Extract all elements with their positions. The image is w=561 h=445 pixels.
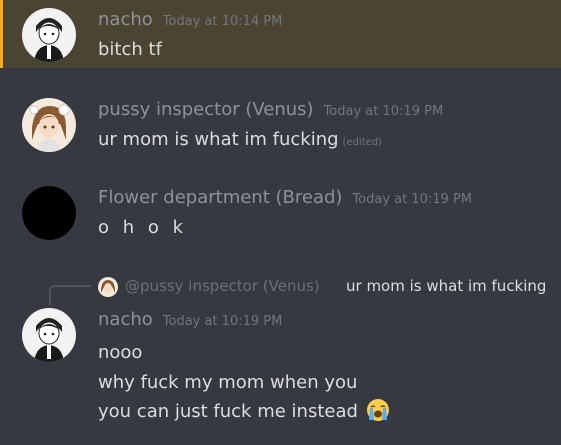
avatar[interactable] [22, 308, 76, 362]
message-text: o h o k [98, 217, 188, 238]
message-text-content: you can just fuck me instead [98, 401, 358, 422]
reply-preview-text[interactable]: ur mom is what im fucking [346, 277, 546, 295]
redacted-avatar-icon [22, 186, 76, 240]
message-group: nacho Today at 10:19 PM nooo why fuck my … [0, 300, 561, 440]
message-text: bitch tf [98, 39, 162, 60]
message-author-line: nacho Today at 10:19 PM [98, 309, 282, 330]
message-group: nacho Today at 10:14 PM bitch tf [0, 0, 561, 68]
avatar[interactable] [22, 8, 76, 62]
message-group: Flower department (Bread) Today at 10:19 … [0, 178, 561, 248]
avatar[interactable] [22, 98, 76, 152]
timestamp[interactable]: Today at 10:14 PM [163, 14, 283, 29]
timestamp[interactable]: Today at 10:19 PM [352, 192, 472, 207]
message-text: you can just fuck me instead [98, 398, 390, 427]
edited-label: (edited) [342, 137, 383, 148]
anime-character-avatar-icon [98, 277, 118, 297]
message-text: why fuck my mom when you [98, 372, 358, 393]
username[interactable]: nacho [98, 9, 153, 30]
avatar[interactable] [22, 186, 76, 240]
anime-character-avatar-icon [22, 8, 76, 62]
message-author-line: Flower department (Bread) Today at 10:19 … [98, 187, 472, 208]
anime-character-avatar-icon [22, 308, 76, 362]
username[interactable]: pussy inspector (Venus) [98, 99, 314, 120]
message-author-line: nacho Today at 10:14 PM [98, 9, 282, 30]
message-text-content: ur mom is what im fucking [98, 129, 339, 150]
timestamp[interactable]: Today at 10:19 PM [324, 104, 444, 119]
reply-mention[interactable]: @pussy inspector (Venus) [125, 277, 320, 295]
loudly-crying-face-icon[interactable] [366, 398, 390, 427]
reply-avatar[interactable] [98, 277, 118, 297]
message-text: ur mom is what im fucking (edited) [98, 129, 382, 150]
timestamp[interactable]: Today at 10:19 PM [163, 314, 283, 329]
username[interactable]: Flower department (Bread) [98, 187, 342, 208]
message-text: nooo [98, 342, 143, 363]
message-author-line: pussy inspector (Venus) Today at 10:19 PM [98, 99, 443, 120]
anime-character-avatar-icon [22, 98, 76, 152]
username[interactable]: nacho [98, 309, 153, 330]
message-group: pussy inspector (Venus) Today at 10:19 PM… [0, 90, 561, 160]
chat-message-list: nacho Today at 10:14 PM bitch tf pussy in… [0, 0, 561, 445]
